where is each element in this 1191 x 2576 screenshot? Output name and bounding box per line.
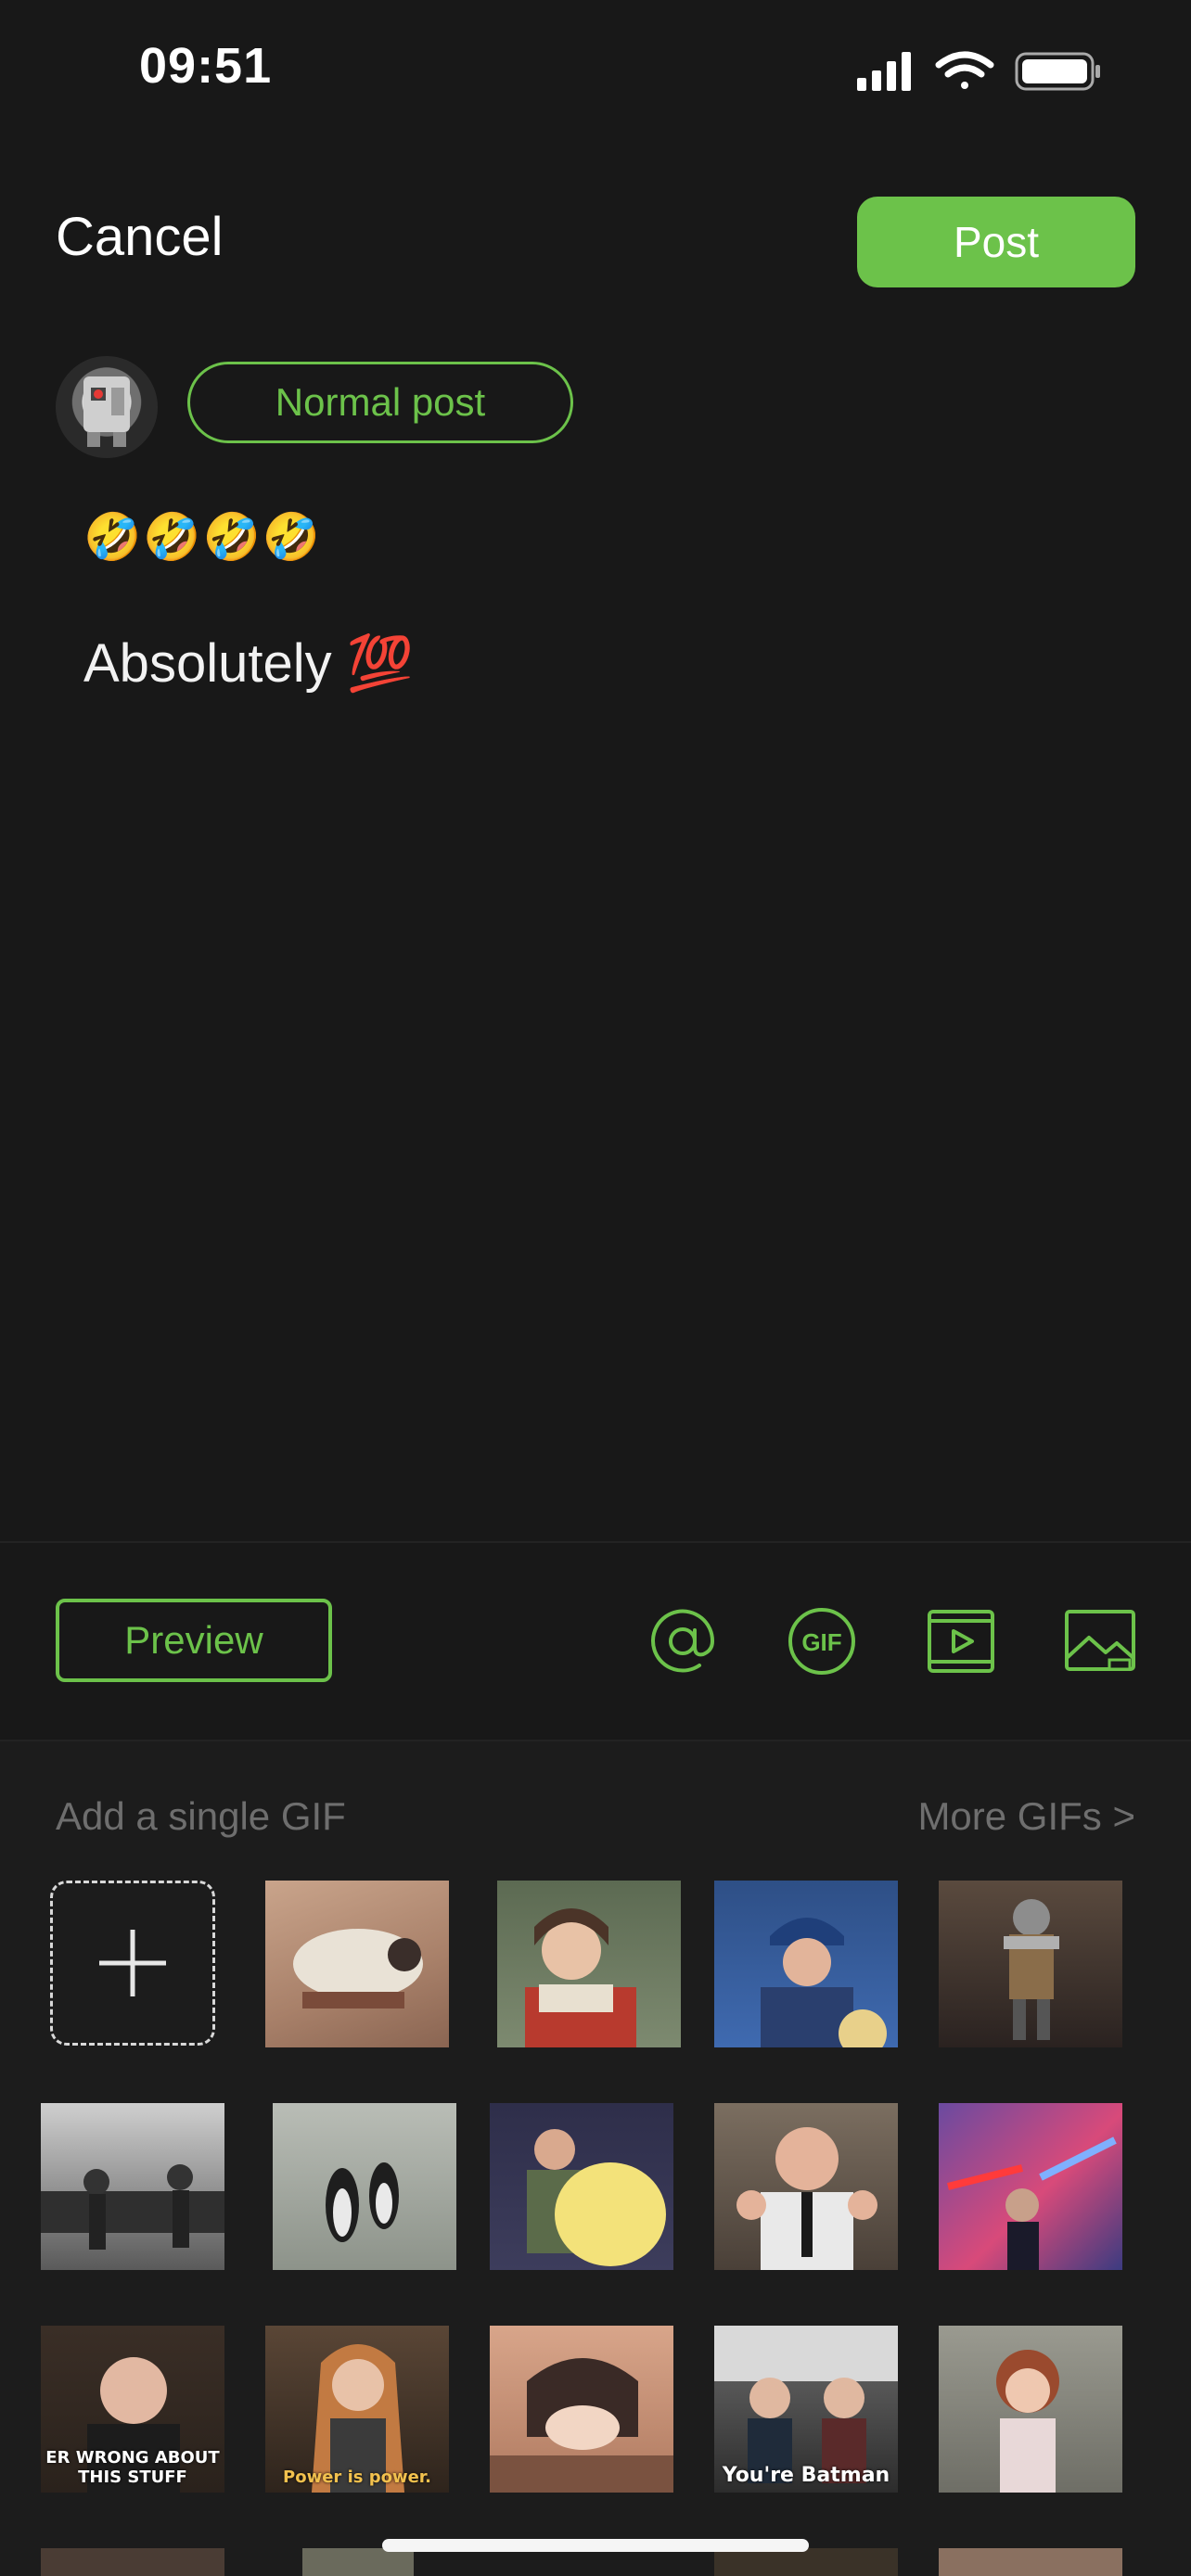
video-button[interactable] [924, 1604, 998, 1678]
add-gif-button[interactable] [50, 1881, 215, 2046]
gif-thumbnail[interactable] [273, 2103, 456, 2270]
gif-thumbnail[interactable]: Power is power. [265, 2326, 449, 2493]
gif-thumbnail[interactable] [714, 2103, 898, 2270]
mention-icon [651, 1609, 715, 1673]
post-button[interactable]: Post [857, 197, 1135, 287]
gif-thumbnail[interactable] [302, 2548, 414, 2576]
gif-hint-text: Add a single GIF [56, 1794, 346, 1838]
gif-thumbnail[interactable] [939, 1881, 1122, 2047]
gif-thumbnail[interactable] [939, 2548, 1122, 2576]
status-icons [857, 51, 1100, 91]
gif-thumbnail[interactable] [939, 2103, 1122, 2270]
gif-thumbnail[interactable] [714, 1881, 898, 2047]
gif-caption: Power is power. [283, 2468, 431, 2487]
robot-avatar-image [83, 376, 130, 447]
gif-thumbnail[interactable] [265, 1881, 449, 2047]
gif-thumbnail[interactable] [497, 1881, 681, 2047]
more-gifs-link[interactable]: More GIFs > [917, 1794, 1135, 1839]
post-type-selector[interactable]: Normal post [187, 362, 573, 443]
video-icon [928, 1610, 994, 1673]
svg-text:GIF: GIF [801, 1628, 841, 1656]
avatar[interactable] [56, 356, 158, 458]
battery-icon [1015, 52, 1100, 91]
image-button[interactable] [1063, 1604, 1137, 1678]
home-indicator[interactable] [382, 2539, 809, 2552]
toolbar-top-divider [0, 1541, 1191, 1543]
preview-button[interactable]: Preview [56, 1599, 332, 1682]
gif-thumbnail[interactable] [490, 2103, 673, 2270]
post-body-text[interactable]: Absolutely 💯 [83, 632, 414, 695]
plus-icon [99, 1930, 166, 1996]
gif-icon: GIF [788, 1608, 855, 1675]
gif-thumbnail[interactable] [714, 2548, 898, 2576]
status-time: 09:51 [139, 38, 273, 94]
gif-thumbnail[interactable] [41, 2103, 224, 2270]
gif-thumbnail[interactable] [490, 2326, 673, 2493]
gif-thumbnail[interactable]: You're Batman [714, 2326, 898, 2493]
gif-caption: You're Batman [722, 2464, 890, 2487]
post-emoji-line[interactable]: 🤣🤣🤣🤣 [83, 510, 322, 565]
wifi-icon [935, 51, 994, 89]
gif-caption: ER WRONG ABOUT THIS STUFF [45, 2448, 220, 2487]
gif-thumbnail[interactable] [41, 2548, 224, 2576]
mention-button[interactable] [646, 1604, 720, 1678]
cellular-signal-icon [857, 52, 911, 91]
cancel-button[interactable]: Cancel [56, 206, 224, 268]
gif-thumbnail[interactable]: ER WRONG ABOUT THIS STUFF [41, 2326, 224, 2493]
gif-button[interactable]: GIF [785, 1604, 859, 1678]
image-icon [1065, 1610, 1135, 1671]
gif-thumbnail[interactable] [939, 2326, 1122, 2493]
